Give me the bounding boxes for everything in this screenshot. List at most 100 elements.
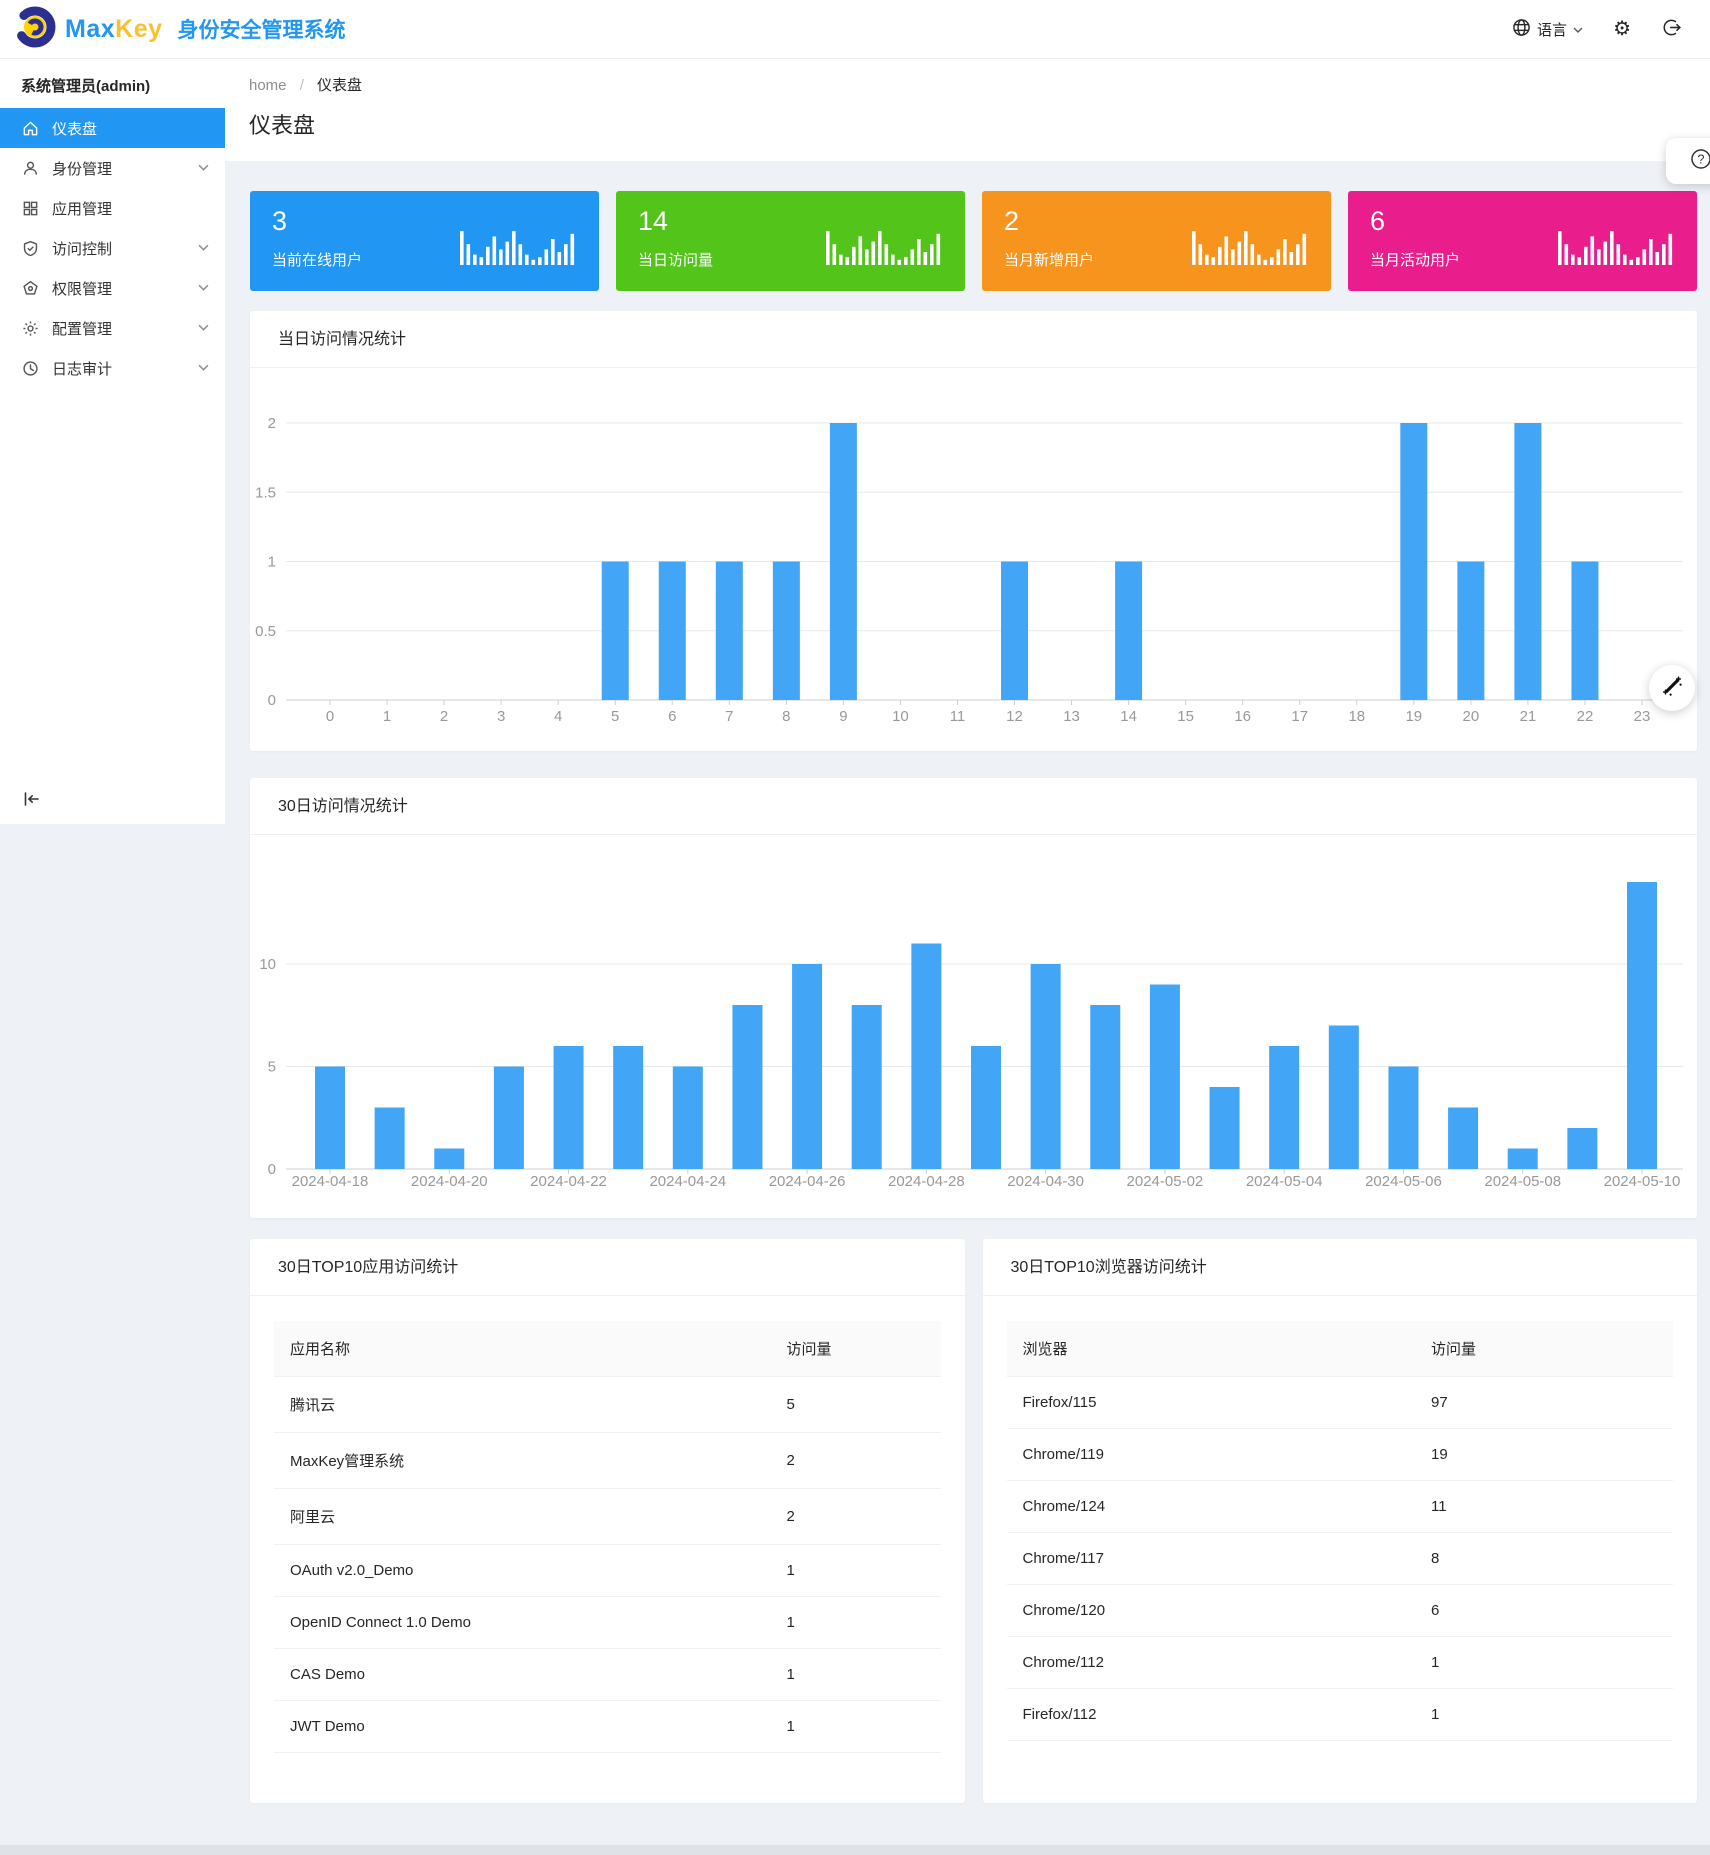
y-axis-tick-label: 1.5 [255,484,276,501]
table-cell: 5 [771,1377,941,1433]
sidebar-collapse-button[interactable] [22,789,42,814]
panel-title: 30日TOP10浏览器访问统计 [983,1239,1698,1296]
table-cell: 1 [771,1701,941,1753]
panel-title: 当日访问情况统计 [250,311,1697,368]
language-label: 语言 [1537,19,1567,40]
chart-bar [1150,985,1180,1170]
x-axis-tick-label: 2024-04-18 [292,1173,369,1190]
appstore-icon [21,200,39,217]
sidebar-item-label: 日志审计 [52,358,112,379]
bar-chart-icon [1192,227,1309,272]
monthly-visits-chart[interactable]: 05102024-04-182024-04-202024-04-222024-0… [250,835,1697,1218]
y-axis-tick-label: 1 [268,554,276,571]
panel-30day-visits: 30日访问情况统计 05102024-04-182024-04-202024-0… [250,778,1697,1218]
sidebar-item-access-control[interactable]: 访问控制 [0,228,225,268]
table-row: OpenID Connect 1.0 Demo1 [274,1597,941,1649]
chart-bar [1400,423,1427,700]
sidebar-menu: 仪表盘身份管理应用管理访问控制权限管理配置管理日志审计 [0,108,225,388]
table-cell: Chrome/120 [1007,1585,1416,1637]
x-axis-tick-label: 7 [725,708,733,725]
column-header: 访问量 [771,1321,941,1377]
chevron-down-icon [198,244,209,252]
table-cell: 腾讯云 [274,1377,771,1433]
stat-card: 2当月新增用户 [982,191,1331,291]
chevron-down-icon [198,284,209,292]
sidebar: 系统管理员(admin) 仪表盘身份管理应用管理访问控制权限管理配置管理日志审计 [0,59,225,824]
table-row: Chrome/1178 [1007,1533,1674,1585]
table-cell: 11 [1415,1481,1673,1533]
table-row: Chrome/11919 [1007,1429,1674,1481]
x-axis-tick-label: 2024-05-08 [1484,1173,1561,1190]
x-axis-tick-label: 9 [839,708,847,725]
sidebar-item-label: 应用管理 [52,198,112,219]
chart-bar [852,1005,882,1169]
setting-icon [21,320,39,337]
y-axis-tick-label: 0 [268,692,276,709]
x-axis-tick-label: 20 [1463,708,1480,725]
stat-card: 3当前在线用户 [250,191,599,291]
table-row: 腾讯云5 [274,1377,941,1433]
x-axis-tick-label: 2024-04-26 [769,1173,846,1190]
table-cell: 阿里云 [274,1489,771,1545]
bar-chart-icon [1558,227,1675,272]
top10-tables-row: 30日TOP10应用访问统计应用名称访问量腾讯云5MaxKey管理系统2阿里云2… [250,1239,1697,1803]
logout-button[interactable] [1661,17,1682,42]
bar-chart-icon [826,227,943,272]
footer-strip [0,1845,1710,1855]
chart-bar [613,1046,643,1169]
chevron-down-icon [1573,21,1583,38]
breadcrumb-home-link[interactable]: home [249,77,287,94]
x-axis-tick-label: 11 [950,708,966,725]
chart-bar [1627,882,1657,1169]
settings-gear-button[interactable]: ⚙ [1613,19,1631,39]
table-row: MaxKey管理系统2 [274,1433,941,1489]
top10-table: 浏览器访问量Firefox/11597Chrome/11919Chrome/12… [1007,1321,1674,1741]
sidebar-item-configuration[interactable]: 配置管理 [0,308,225,348]
chevron-down-icon [198,324,209,332]
chart-bar [1001,562,1028,701]
magic-wand-icon [1660,674,1684,703]
table-cell: 2 [771,1489,941,1545]
panel-top10-apps: 30日TOP10应用访问统计应用名称访问量腾讯云5MaxKey管理系统2阿里云2… [250,1239,965,1803]
table-cell: Firefox/115 [1007,1377,1416,1429]
table-row: Chrome/12411 [1007,1481,1674,1533]
top-navbar: MaxKey 身份安全管理系统 语言 ⚙ [0,0,1710,59]
table-row: OAuth v2.0_Demo1 [274,1545,941,1597]
theme-wand-button[interactable] [1649,665,1695,711]
table-cell: 6 [1415,1585,1673,1637]
sidebar-item-dashboard[interactable]: 仪表盘 [0,108,225,148]
chart-bar [732,1005,762,1169]
sidebar-item-label: 权限管理 [52,278,112,299]
table-row: 阿里云2 [274,1489,941,1545]
sidebar-item-applications[interactable]: 应用管理 [0,188,225,228]
breadcrumb-separator: / [300,77,304,94]
permission-icon [21,280,39,297]
x-axis-tick-label: 16 [1234,708,1251,725]
table-cell: 2 [771,1433,941,1489]
maxkey-dashboard: MaxKey 身份安全管理系统 语言 ⚙ [0,0,1710,1855]
chart-bar [971,1046,1001,1169]
chart-bar [1210,1087,1240,1169]
help-button[interactable]: ? [1666,138,1710,184]
sidebar-item-identity[interactable]: 身份管理 [0,148,225,188]
chart-bar [1329,1026,1359,1170]
chart-bar [830,423,857,700]
daily-visits-chart[interactable]: 00.511.520123456789101112131415161718192… [250,368,1697,751]
bar-chart-icon [460,227,577,272]
safety-icon [21,240,39,257]
svg-text:?: ? [1698,152,1705,166]
sidebar-item-audit[interactable]: 日志审计 [0,348,225,388]
sidebar-item-label: 访问控制 [52,238,112,259]
chart-bar [911,944,941,1170]
language-switcher[interactable]: 语言 [1512,18,1583,41]
table-row: JWT Demo1 [274,1701,941,1753]
x-axis-tick-label: 21 [1520,708,1537,725]
x-axis-tick-label: 17 [1291,708,1308,725]
x-axis-tick-label: 2024-04-22 [530,1173,607,1190]
sidebar-item-permissions[interactable]: 权限管理 [0,268,225,308]
table-row: Chrome/1121 [1007,1637,1674,1689]
table-cell: OAuth v2.0_Demo [274,1545,771,1597]
table-cell: 1 [771,1545,941,1597]
breadcrumb-current: 仪表盘 [317,77,362,94]
panel-top10-browsers: 30日TOP10浏览器访问统计浏览器访问量Firefox/11597Chrome… [983,1239,1698,1803]
